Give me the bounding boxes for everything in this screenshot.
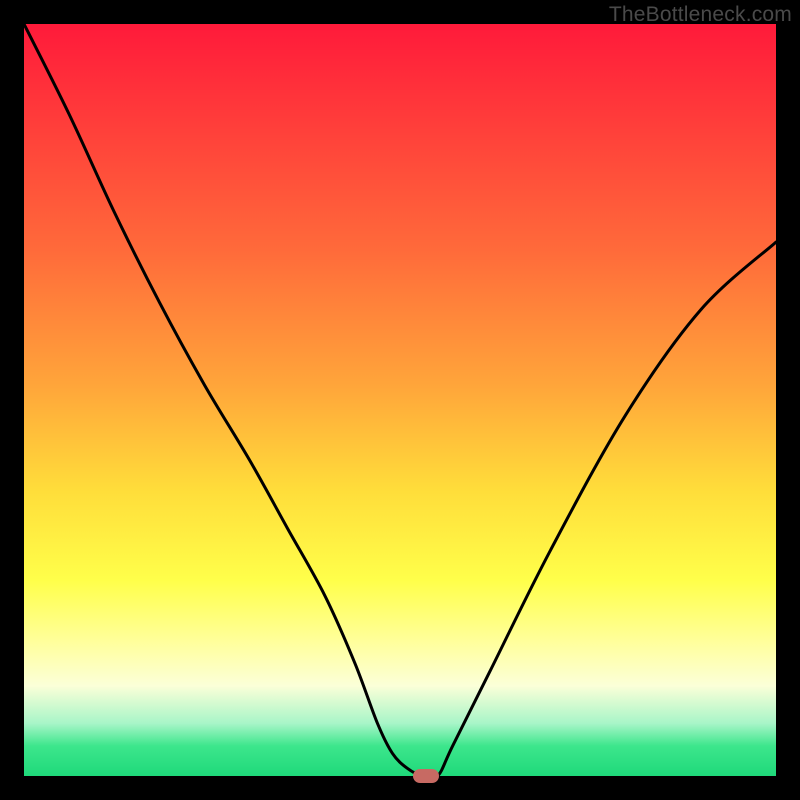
chart-plot-area	[24, 24, 776, 776]
bottleneck-curve	[24, 24, 776, 776]
bottleneck-marker	[413, 769, 439, 783]
